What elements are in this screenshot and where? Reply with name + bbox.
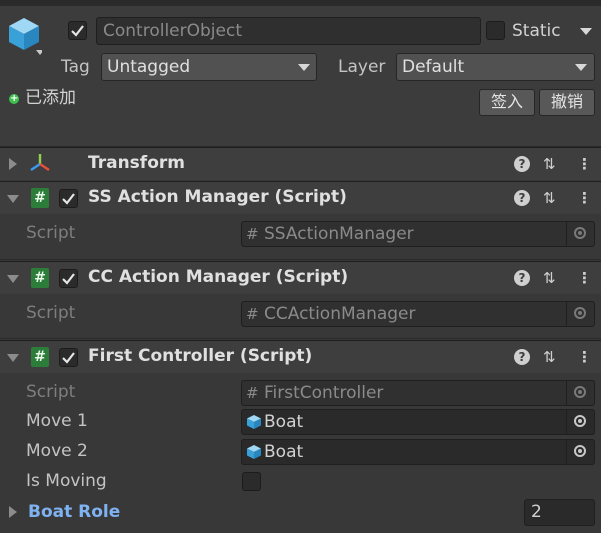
foldout-expanded-icon[interactable] <box>7 275 19 283</box>
move2-object-field[interactable]: Boat <box>241 439 595 465</box>
move2-value: Boat <box>264 442 304 462</box>
component-title: CC Action Manager (Script) <box>88 267 349 287</box>
more-options-icon[interactable]: ⋮ <box>577 268 592 288</box>
script-hash-icon: # <box>246 305 259 323</box>
transform-component-header[interactable]: Transform ? ⇅ ⋮ <box>0 147 601 180</box>
script-object-field: # CCActionManager <box>241 301 595 327</box>
move1-object-field[interactable]: Boat <box>241 409 595 435</box>
move2-label: Move 2 <box>26 441 88 461</box>
foldout-collapsed-icon[interactable] <box>9 506 17 518</box>
help-icon[interactable]: ? <box>514 349 530 365</box>
script-hash-icon: # <box>246 384 259 402</box>
script-hash-icon: # <box>246 225 259 243</box>
component-enabled-checkbox[interactable] <box>59 189 78 208</box>
gameobject-cube-icon[interactable] <box>6 16 44 58</box>
chevron-down-icon <box>575 64 587 71</box>
target-icon-dot <box>578 419 582 423</box>
component-divider <box>0 338 601 339</box>
move1-value: Boat <box>264 412 304 432</box>
transform-axes-icon <box>28 151 52 175</box>
prefab-cube-icon <box>246 414 262 430</box>
script-field-label: Script <box>26 303 76 323</box>
script-icon: # <box>31 188 49 208</box>
target-icon-dot <box>578 231 582 235</box>
is-moving-checkbox[interactable] <box>242 472 261 491</box>
object-picker-button[interactable] <box>566 410 594 434</box>
object-picker-button <box>566 302 594 326</box>
component-title: First Controller (Script) <box>88 346 313 366</box>
first-controller-header[interactable]: # First Controller (Script) ? ⇅ ⋮ <box>0 340 601 373</box>
static-label: Static <box>512 21 561 41</box>
script-field-value: FirstController <box>264 383 384 403</box>
help-icon[interactable]: ? <box>514 190 530 206</box>
cc-action-manager-header[interactable]: # CC Action Manager (Script) ? ⇅ ⋮ <box>0 261 601 294</box>
script-object-field: # FirstController <box>241 380 595 406</box>
foldout-expanded-icon[interactable] <box>7 195 19 203</box>
script-icon: # <box>31 268 49 288</box>
ss-action-manager-header[interactable]: # SS Action Manager (Script) ? ⇅ ⋮ <box>0 181 601 214</box>
target-icon-dot <box>578 449 582 453</box>
foldout-expanded-icon[interactable] <box>7 354 19 362</box>
foldout-collapsed-icon[interactable] <box>9 158 17 170</box>
layer-label: Layer <box>338 57 386 77</box>
script-field-label: Script <box>26 382 76 402</box>
sign-in-button[interactable]: 签入 <box>479 89 535 116</box>
component-enabled-checkbox[interactable] <box>59 269 78 288</box>
script-field-value: SSActionManager <box>264 224 414 244</box>
presets-sliders-icon[interactable]: ⇅ <box>543 154 556 174</box>
more-options-icon[interactable]: ⋮ <box>577 154 592 174</box>
static-checkbox[interactable] <box>486 21 505 40</box>
tag-dropdown[interactable]: Untagged <box>101 53 317 81</box>
target-icon-dot <box>578 390 582 394</box>
script-field-label: Script <box>26 223 76 243</box>
more-options-icon[interactable]: ⋮ <box>577 347 592 367</box>
target-icon-dot <box>578 311 582 315</box>
script-icon: # <box>31 347 49 367</box>
tag-dropdown-value: Untagged <box>107 57 191 77</box>
component-title: SS Action Manager (Script) <box>88 187 347 207</box>
added-status-text: 已添加 <box>25 88 76 108</box>
move1-label: Move 1 <box>26 411 88 431</box>
static-dropdown-arrow-icon[interactable] <box>580 28 592 35</box>
tag-label: Tag <box>61 57 90 77</box>
object-picker-button <box>566 222 594 246</box>
plus-icon: + <box>10 93 19 104</box>
object-picker-button[interactable] <box>566 440 594 464</box>
boat-role-size-field[interactable]: 2 <box>524 499 595 526</box>
component-enabled-checkbox[interactable] <box>59 348 78 367</box>
more-options-icon[interactable]: ⋮ <box>577 188 592 208</box>
layer-dropdown[interactable]: Default <box>396 53 595 81</box>
layer-dropdown-value: Default <box>402 57 465 77</box>
header-top-edge <box>0 0 601 6</box>
prefab-cube-icon <box>246 444 262 460</box>
undo-button[interactable]: 撤销 <box>539 89 595 116</box>
presets-sliders-icon[interactable]: ⇅ <box>543 188 556 208</box>
chevron-down-icon <box>298 64 310 71</box>
active-checkbox[interactable] <box>68 21 87 40</box>
object-picker-button <box>566 381 594 405</box>
boat-role-label[interactable]: Boat Role <box>28 500 120 524</box>
presets-sliders-icon[interactable]: ⇅ <box>543 347 556 367</box>
help-icon[interactable]: ? <box>514 270 530 286</box>
is-moving-label: Is Moving <box>26 471 107 491</box>
help-icon[interactable]: ? <box>514 156 530 172</box>
component-divider <box>0 259 601 260</box>
script-field-value: CCActionManager <box>264 304 416 324</box>
object-name-field[interactable]: ControllerObject <box>96 17 481 45</box>
component-title: Transform <box>88 153 185 173</box>
presets-sliders-icon[interactable]: ⇅ <box>543 268 556 288</box>
script-object-field: # SSActionManager <box>241 221 595 247</box>
